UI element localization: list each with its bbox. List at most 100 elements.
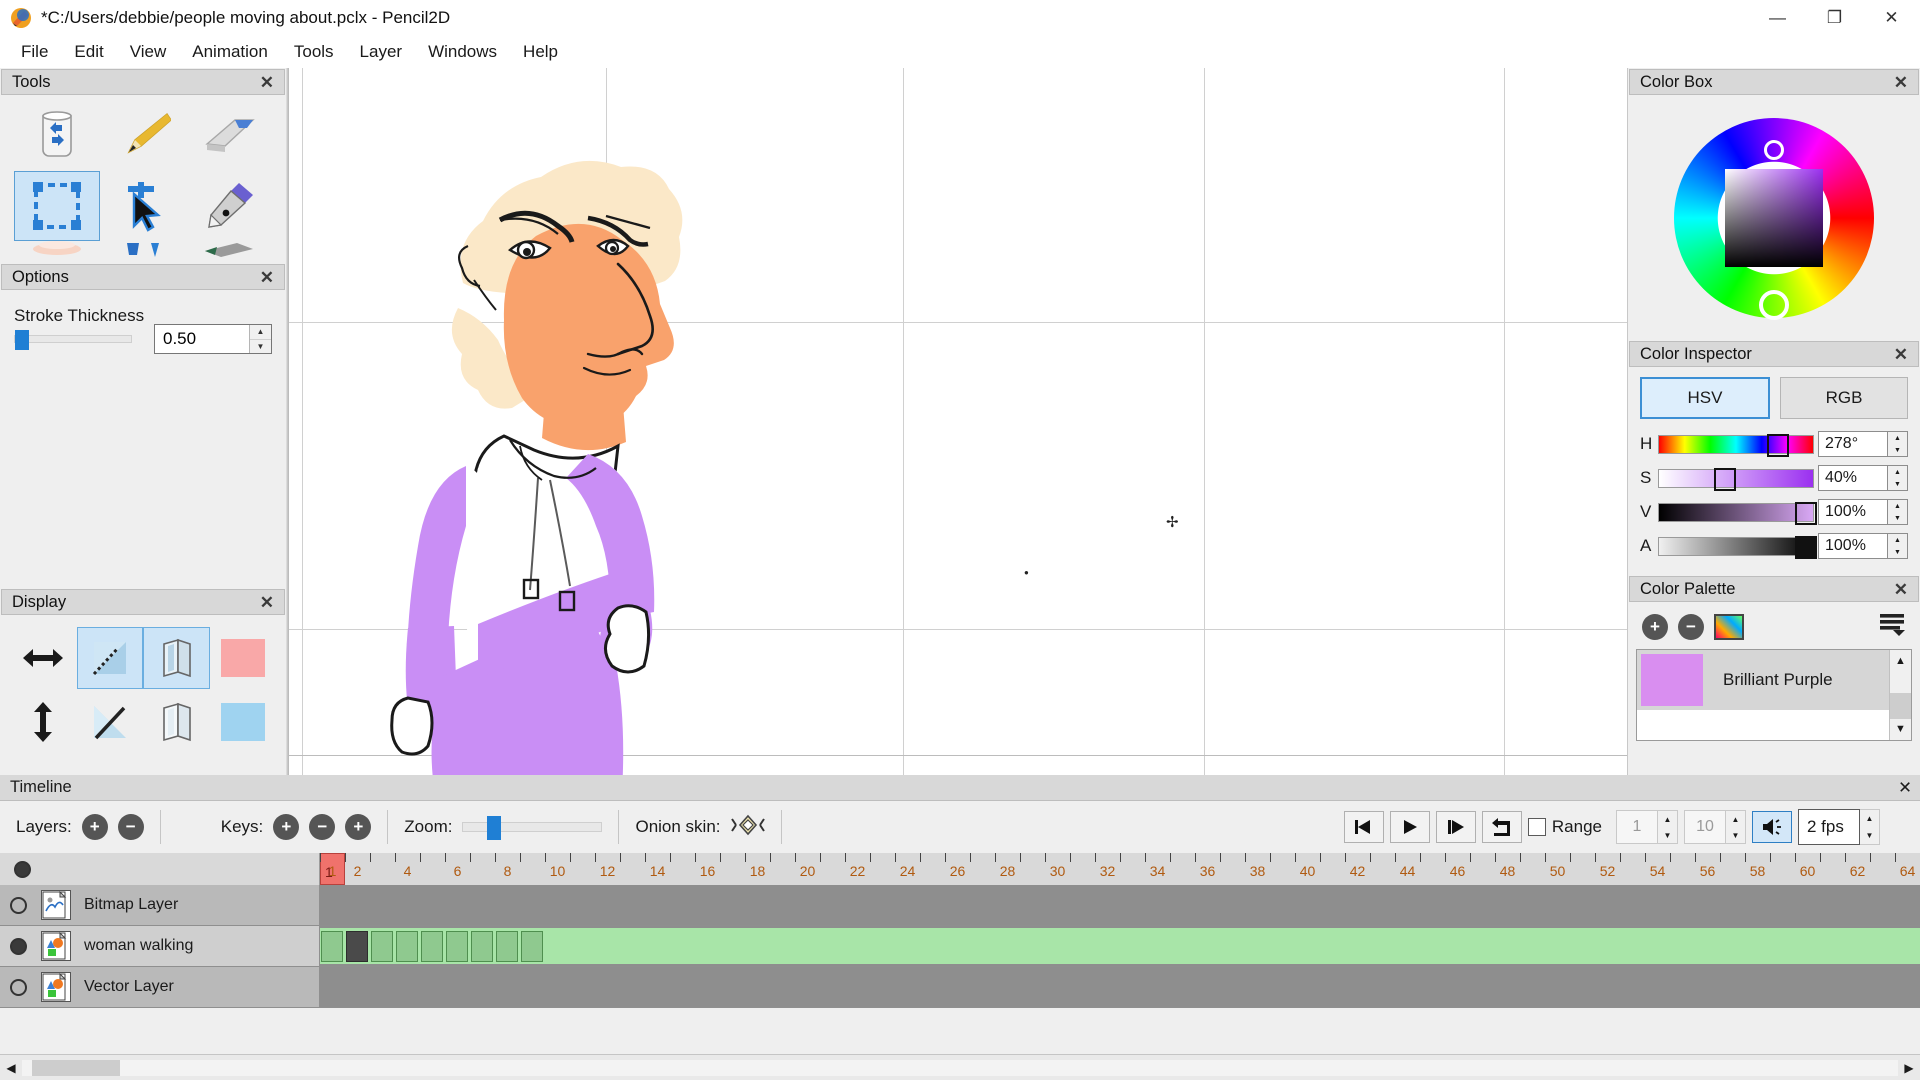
remove-layer-button[interactable]: − <box>117 814 144 840</box>
alpha-slider[interactable] <box>1658 535 1817 559</box>
close-icon[interactable]: ✕ <box>1898 778 1912 798</box>
layer-track[interactable] <box>320 926 1920 966</box>
keyframe-cell[interactable] <box>446 931 468 962</box>
duplicate-key-button[interactable]: + <box>345 814 372 840</box>
onion-skin-multilayer-next-button[interactable] <box>143 691 210 753</box>
frame-ruler[interactable]: 1 1 2 4 6 8 10 12 14 16 18 20 22 24 26 28 30 32 34 36 38 40 4… <box>320 853 1920 885</box>
stroke-thickness-slider[interactable] <box>14 330 132 350</box>
minimize-button[interactable]: — <box>1749 0 1806 35</box>
all-layers-visibility-toggle[interactable] <box>14 860 31 878</box>
stroke-thickness-spinbox[interactable]: 0.50 ▲ ▼ <box>154 324 272 354</box>
keyframe-cell[interactable] <box>496 931 518 962</box>
spin-up-icon[interactable]: ▲ <box>1658 811 1677 827</box>
spin-down-icon[interactable]: ▼ <box>1888 546 1907 558</box>
keyframe-cell[interactable] <box>421 931 443 962</box>
keyframe-cell[interactable] <box>521 931 543 962</box>
saturation-slider[interactable] <box>1658 467 1814 491</box>
scroll-thumb[interactable] <box>32 1059 120 1076</box>
hamburger-menu-icon[interactable] <box>1878 612 1906 641</box>
timeline-horizontal-scrollbar[interactable]: ◀ ▶ <box>0 1054 1920 1080</box>
maximize-button[interactable]: ❐ <box>1806 0 1863 35</box>
range-end-value[interactable]: 10 <box>1684 810 1726 844</box>
zoom-knob[interactable] <box>487 816 502 840</box>
layer-track[interactable] <box>320 885 1920 925</box>
range-end-spinner[interactable]: ▲ ▼ <box>1726 810 1746 844</box>
fps-value[interactable]: 2 fps <box>1798 809 1860 845</box>
onion-skin-next-button[interactable] <box>77 691 144 753</box>
spin-down-icon[interactable]: ▼ <box>1860 827 1879 844</box>
spin-down-icon[interactable]: ▼ <box>1888 478 1907 490</box>
spin-up-icon[interactable]: ▲ <box>1860 810 1879 827</box>
keyframe-cell[interactable] <box>346 931 368 962</box>
close-icon[interactable]: ✕ <box>1890 74 1912 91</box>
canvas-inner[interactable]: ✢ ● <box>288 68 1627 775</box>
color-swatch[interactable] <box>1641 654 1703 706</box>
hue-ring-selector[interactable] <box>1759 289 1789 320</box>
pencil-tool-button[interactable] <box>100 101 186 171</box>
scroll-down-icon[interactable]: ▼ <box>1890 719 1911 740</box>
layer-track[interactable] <box>320 967 1920 1007</box>
scroll-right-icon[interactable]: ▶ <box>1898 1061 1920 1075</box>
loop-button[interactable] <box>1481 811 1522 843</box>
keyframe-cell[interactable] <box>471 931 493 962</box>
layer-visibility-toggle[interactable] <box>10 978 27 996</box>
value-spinner[interactable]: ▲ ▼ <box>1888 499 1908 525</box>
brush-tool-button[interactable] <box>186 241 272 263</box>
close-icon[interactable]: ✕ <box>256 74 278 91</box>
menu-layer[interactable]: Layer <box>347 38 416 66</box>
next-frame-button[interactable] <box>1435 811 1476 843</box>
spin-up-icon[interactable]: ▲ <box>1726 811 1745 827</box>
menu-help[interactable]: Help <box>510 38 571 66</box>
hue-value[interactable]: 278° <box>1818 431 1888 457</box>
table-row[interactable]: Vector Layer <box>0 967 1920 1008</box>
spin-down-icon[interactable]: ▼ <box>1726 827 1745 843</box>
move-tool-button[interactable] <box>100 171 186 241</box>
menu-animation[interactable]: Animation <box>179 38 281 66</box>
onion-skin-previous-button[interactable] <box>76 627 143 689</box>
stroke-thickness-value[interactable]: 0.50 <box>155 325 249 353</box>
remove-color-button[interactable]: − <box>1678 613 1704 640</box>
spin-up-icon[interactable]: ▲ <box>1888 466 1907 478</box>
menu-view[interactable]: View <box>117 38 180 66</box>
add-layer-button[interactable]: + <box>81 814 108 840</box>
onion-skin-multilayer-prev-button[interactable] <box>143 627 210 689</box>
palette-scrollbar[interactable]: ▲ ▼ <box>1889 650 1911 740</box>
onion-diamond-icon[interactable] <box>730 814 765 841</box>
close-icon[interactable]: ✕ <box>256 594 278 611</box>
palette-grid-icon[interactable] <box>1714 613 1744 640</box>
layer-visibility-toggle[interactable] <box>10 896 27 914</box>
keyframe-cell[interactable] <box>396 931 418 962</box>
hue-spinner[interactable]: ▲ ▼ <box>1888 431 1908 457</box>
palette-item[interactable]: Brilliant Purple <box>1637 650 1889 710</box>
layer-row-vector[interactable]: Vector Layer <box>0 967 320 1007</box>
close-icon[interactable]: ✕ <box>1890 346 1912 363</box>
table-row[interactable]: woman walking <box>0 926 1920 967</box>
square-selector[interactable] <box>1764 139 1784 160</box>
keyframe-span[interactable] <box>320 928 1920 964</box>
alpha-knob[interactable] <box>1794 535 1817 559</box>
spin-up-icon[interactable]: ▲ <box>250 325 271 340</box>
color-box-body[interactable] <box>1628 95 1920 340</box>
scroll-left-icon[interactable]: ◀ <box>0 1061 22 1075</box>
clear-tool-button[interactable] <box>14 101 100 171</box>
hue-slider[interactable] <box>1658 433 1814 457</box>
menu-edit[interactable]: Edit <box>61 38 116 66</box>
bucket-tool-button[interactable] <box>100 241 186 263</box>
value-knob[interactable] <box>1794 501 1817 525</box>
timeline-ruler[interactable]: 1 1 2 4 6 8 10 12 14 16 18 20 22 24 26 28 30 32 34 36 38 40 4… <box>0 853 1920 885</box>
spin-down-icon[interactable]: ▼ <box>250 339 271 353</box>
color-square[interactable] <box>1725 168 1823 267</box>
pen-tool-button[interactable] <box>186 171 272 241</box>
spin-down-icon[interactable]: ▼ <box>1658 827 1677 843</box>
saturation-knob[interactable] <box>1714 467 1737 491</box>
alpha-spinner[interactable]: ▲ ▼ <box>1888 533 1908 559</box>
hue-knob[interactable] <box>1766 433 1789 457</box>
sound-toggle-button[interactable] <box>1752 811 1792 843</box>
flip-vertical-button[interactable] <box>10 691 77 753</box>
close-icon[interactable]: ✕ <box>256 269 278 286</box>
smudge-tool-button[interactable] <box>14 241 100 263</box>
layer-visibility-toggle[interactable] <box>10 937 27 955</box>
scroll-up-icon[interactable]: ▲ <box>1890 650 1911 671</box>
canvas-area[interactable]: ✢ ● <box>287 68 1628 775</box>
fps-spinner[interactable]: ▲ ▼ <box>1860 809 1880 845</box>
